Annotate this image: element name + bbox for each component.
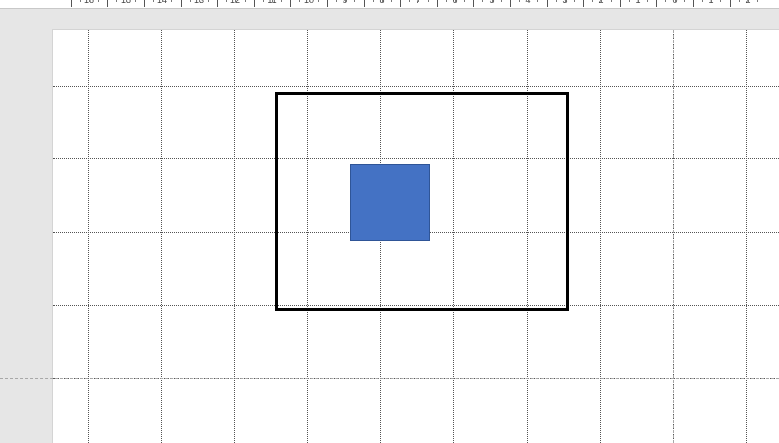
ruler-minor-tick <box>382 0 383 2</box>
ruler-minor-tick <box>702 0 703 2</box>
ruler-major-tick <box>327 0 328 7</box>
editor-workspace: 16 15 14 13 12 11 10 9 8 7 6 5 4 3 2 1 0 1 2 <box>0 0 779 443</box>
ruler-minor-tick <box>748 0 749 2</box>
ruler-minor-tick <box>711 0 712 2</box>
ruler-minor-tick <box>80 0 81 2</box>
grid-line-vertical <box>600 30 601 443</box>
ruler-minor-tick <box>684 0 685 2</box>
ruler-minor-tick <box>574 0 575 2</box>
ruler-minor-tick <box>135 0 136 2</box>
vertical-guide[interactable] <box>673 30 674 443</box>
ruler-major-tick <box>656 0 657 7</box>
grid-line-vertical <box>88 30 89 443</box>
ruler-minor-tick <box>537 0 538 2</box>
ruler-minor-tick <box>354 0 355 2</box>
ruler-major-tick <box>290 0 291 7</box>
ruler-major-tick <box>730 0 731 7</box>
ruler-minor-tick <box>528 0 529 2</box>
ruler-minor-tick <box>116 0 117 2</box>
ruler-minor-tick <box>162 0 163 2</box>
ruler-major-tick <box>71 0 72 7</box>
ruler-minor-tick <box>739 0 740 2</box>
ruler-minor-tick <box>299 0 300 2</box>
ruler-major-tick <box>473 0 474 7</box>
ruler-minor-tick <box>665 0 666 2</box>
ruler-minor-tick <box>309 0 310 2</box>
ruler-minor-tick <box>565 0 566 2</box>
ruler-minor-tick <box>720 0 721 2</box>
grid-line-vertical <box>161 30 162 443</box>
ruler-minor-tick <box>245 0 246 2</box>
ruler-minor-tick <box>409 0 410 2</box>
ruler-minor-tick <box>482 0 483 2</box>
ruler-minor-tick <box>89 0 90 2</box>
ruler-minor-tick <box>391 0 392 2</box>
ruler-major-tick <box>400 0 401 7</box>
ruler-minor-tick <box>428 0 429 2</box>
ruler-major-tick <box>547 0 548 7</box>
ruler-minor-tick <box>629 0 630 2</box>
ruler-minor-tick <box>153 0 154 2</box>
ruler-major-tick <box>510 0 511 7</box>
ruler-minor-tick <box>757 0 758 2</box>
ruler-minor-tick <box>318 0 319 2</box>
ruler-major-tick <box>693 0 694 7</box>
ruler-minor-tick <box>199 0 200 2</box>
ruler-minor-tick <box>235 0 236 2</box>
ruler-minor-tick <box>556 0 557 2</box>
ruler-minor-tick <box>611 0 612 2</box>
blue-square-shape[interactable] <box>350 164 430 241</box>
ruler-minor-tick <box>601 0 602 2</box>
ruler-minor-tick <box>519 0 520 2</box>
ruler-major-tick <box>181 0 182 7</box>
ruler-minor-tick <box>345 0 346 2</box>
ruler-minor-tick <box>272 0 273 2</box>
ruler-major-tick <box>107 0 108 7</box>
slide-canvas[interactable] <box>53 30 779 443</box>
ruler-major-tick <box>254 0 255 7</box>
grid-line-horizontal <box>53 86 779 87</box>
ruler-minor-tick <box>281 0 282 2</box>
horizontal-guide[interactable] <box>0 378 779 379</box>
ruler-minor-tick <box>455 0 456 2</box>
ruler-minor-tick <box>647 0 648 2</box>
ruler-minor-tick <box>208 0 209 2</box>
ruler-major-tick <box>583 0 584 7</box>
ruler-minor-tick <box>501 0 502 2</box>
ruler-minor-tick <box>418 0 419 2</box>
ruler-minor-tick <box>190 0 191 2</box>
ruler-minor-tick <box>638 0 639 2</box>
ruler-major-tick <box>364 0 365 7</box>
ruler-minor-tick <box>464 0 465 2</box>
ruler-minor-tick <box>492 0 493 2</box>
grid-line-vertical <box>234 30 235 443</box>
ruler-minor-tick <box>675 0 676 2</box>
ruler-major-tick <box>217 0 218 7</box>
ruler-minor-tick <box>263 0 264 2</box>
ruler-major-tick <box>144 0 145 7</box>
ruler-major-tick <box>620 0 621 7</box>
ruler-minor-tick <box>446 0 447 2</box>
ruler-minor-tick <box>226 0 227 2</box>
grid-line-vertical <box>746 30 747 443</box>
ruler-minor-tick <box>171 0 172 2</box>
horizontal-ruler[interactable]: 16 15 14 13 12 11 10 9 8 7 6 5 4 3 2 1 0 1 2 <box>0 0 779 9</box>
ruler-major-tick <box>437 0 438 7</box>
ruler-minor-tick <box>373 0 374 2</box>
ruler-minor-tick <box>336 0 337 2</box>
ruler-minor-tick <box>126 0 127 2</box>
ruler-minor-tick <box>592 0 593 2</box>
ruler-minor-tick <box>98 0 99 2</box>
